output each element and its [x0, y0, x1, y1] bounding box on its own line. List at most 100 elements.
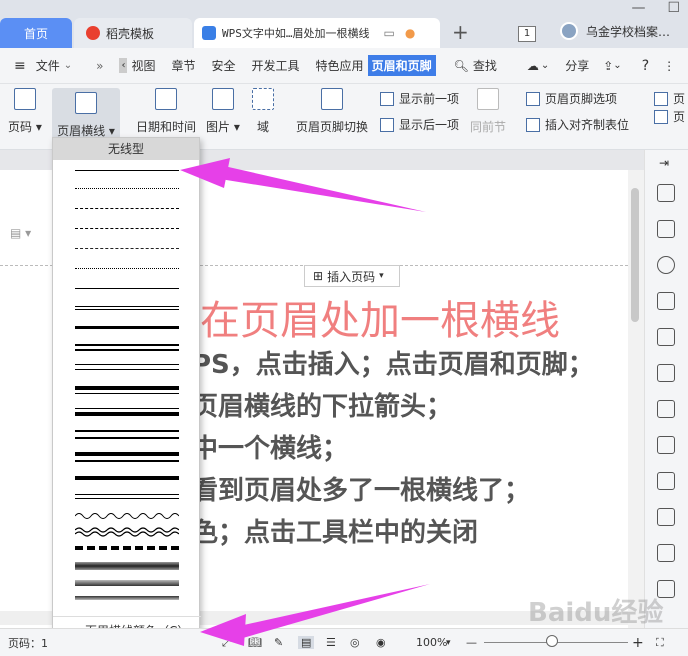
chevron-down-icon[interactable]: ⌄ — [541, 60, 549, 71]
maximize-icon[interactable]: ☐ — [667, 0, 680, 16]
line-style-dashed[interactable] — [75, 228, 179, 229]
zoom-slider-handle[interactable] — [546, 635, 558, 647]
sliders-icon[interactable] — [657, 472, 675, 490]
header-line-dropdown: 无线型 页眉横线颜色（C） ▸ — [52, 137, 201, 645]
ribbon-overflow-button-2[interactable]: 页 — [654, 108, 685, 125]
line-style-double[interactable] — [75, 344, 179, 351]
chart-icon[interactable] — [657, 436, 675, 454]
book-view-icon[interactable]: 📖︎ — [248, 636, 262, 649]
cloud-sync-icon[interactable]: ☁ — [527, 59, 539, 73]
cursor-icon[interactable] — [657, 220, 675, 238]
menu-file[interactable]: 文件 — [32, 57, 64, 74]
line-style-heavy-double[interactable] — [75, 452, 179, 462]
menu-dev-tools[interactable]: 开发工具 — [248, 57, 304, 74]
grid-icon[interactable] — [657, 400, 675, 418]
line-style-dashed-short[interactable] — [75, 208, 179, 209]
line-style-double-wavy[interactable] — [74, 526, 180, 538]
menu-security[interactable]: 安全 — [208, 57, 240, 74]
image-icon[interactable] — [657, 508, 675, 526]
tab-daoke-templates[interactable]: 稻壳模板 — [74, 18, 192, 48]
line-style-gradient-2[interactable] — [75, 580, 179, 586]
line-style-heavy[interactable] — [75, 476, 179, 480]
transfer-icon[interactable]: ⇪ — [603, 59, 613, 73]
zoom-level[interactable]: 100% — [416, 636, 447, 649]
line-style-thin-thick[interactable] — [75, 408, 179, 416]
fit-window-icon[interactable]: ⛶ — [656, 636, 664, 650]
fullscreen-icon[interactable]: ⤢ — [222, 636, 231, 650]
line-style-thin-double[interactable] — [75, 494, 179, 499]
header-footer-options-button[interactable]: 页眉页脚选项 — [526, 90, 617, 107]
chevron-down-icon[interactable]: ⌄ — [64, 60, 72, 71]
menu-features[interactable]: 特色应用 — [312, 57, 368, 74]
window-count-badge[interactable]: 1 — [518, 26, 536, 42]
tab-document[interactable]: WPS文字中如…眉处加一根横线 ▭ ● — [194, 18, 440, 48]
search-icon[interactable]: 🔍︎ — [454, 59, 469, 73]
chevron-down-icon[interactable]: ▾ — [446, 638, 451, 648]
field-button[interactable]: 域 — [252, 88, 274, 135]
eye-protect-icon[interactable]: ◉ — [376, 636, 386, 649]
page-view-icon[interactable]: ▤ — [298, 636, 315, 649]
more-options-icon[interactable]: ⋮ — [663, 59, 675, 73]
line-style-thick-thin[interactable] — [75, 386, 179, 394]
picture-button[interactable]: 图片 ▾ — [206, 88, 240, 135]
line-style-thick[interactable] — [75, 326, 179, 329]
menu-header-footer[interactable]: 页眉和页脚 — [367, 55, 436, 76]
outline-view-icon[interactable]: ☰ — [326, 636, 336, 649]
user-account[interactable]: 乌金学校档案… — [560, 22, 670, 40]
zoom-out-icon[interactable]: — — [466, 636, 477, 649]
collapse-sidebar-icon[interactable]: ⇥ — [659, 156, 669, 170]
scroll-left-icon[interactable]: ‹ — [119, 58, 128, 73]
line-style-solid[interactable] — [75, 288, 179, 289]
highlight-icon[interactable] — [657, 328, 675, 346]
line-style-wavy[interactable] — [74, 510, 180, 520]
web-view-icon[interactable]: ◎ — [350, 636, 360, 649]
line-style-gradient-1[interactable] — [75, 562, 179, 570]
chevron-down-icon[interactable]: ⌄ — [613, 60, 621, 71]
share-icon[interactable] — [657, 544, 675, 562]
screen-icon[interactable]: ▭ — [384, 26, 395, 40]
document-line-2: 页眉横线的下拉箭头； — [192, 392, 453, 422]
more-icon[interactable]: » — [96, 59, 103, 73]
menu-share[interactable]: 分享 — [561, 57, 593, 74]
menu-find[interactable]: 查找 — [469, 57, 501, 74]
zoom-in-icon[interactable]: + — [632, 635, 644, 651]
page-number-button[interactable]: 页码 ▾ — [8, 88, 42, 135]
no-line-option[interactable]: 无线型 — [53, 138, 199, 160]
daoke-logo-icon — [86, 26, 100, 40]
line-style-double-thin[interactable] — [75, 306, 179, 310]
same-as-previous-label: 同前节 — [470, 120, 507, 134]
add-tab-icon[interactable]: + — [452, 20, 469, 44]
line-style-dash-long[interactable] — [75, 248, 179, 249]
insert-page-number-button[interactable]: ⊞ 插入页码 ▾ — [304, 265, 400, 287]
line-style-gradient-3[interactable] — [75, 596, 179, 600]
same-as-previous-button[interactable]: 同前节 — [470, 88, 506, 135]
document-icon[interactable]: ▤ ▾ — [10, 226, 31, 240]
datetime-button[interactable]: 日期和时间 — [136, 88, 196, 135]
line-style-triple[interactable] — [75, 364, 179, 370]
table-icon[interactable] — [657, 364, 675, 382]
vertical-scrollbar-thumb[interactable] — [631, 188, 639, 322]
line-style-dotted-fine[interactable] — [75, 188, 179, 189]
field-icon — [252, 88, 274, 110]
menu-chapter[interactable]: 章节 — [168, 57, 200, 74]
show-previous-button[interactable]: 显示前一项 — [380, 90, 459, 107]
stamp-icon[interactable] — [657, 256, 675, 274]
pen-icon[interactable] — [657, 184, 675, 202]
hamburger-icon[interactable]: ≡ — [14, 58, 26, 74]
menu-view[interactable]: 视图 — [127, 57, 159, 74]
header-footer-switch-button[interactable]: 页眉页脚切换 — [296, 88, 368, 135]
header-line-button[interactable]: 页眉横线 ▾ — [52, 88, 120, 143]
ribbon-overflow-button[interactable]: 页 — [654, 90, 685, 107]
line-style-thin-solid[interactable] — [75, 170, 179, 171]
insert-align-tab-button[interactable]: 插入对齐制表位 — [526, 116, 629, 133]
show-next-button[interactable]: 显示后一项 — [380, 116, 459, 133]
minimize-icon[interactable]: — — [631, 0, 645, 16]
line-style-dash-dot-heavy[interactable] — [75, 546, 179, 550]
shapes-icon[interactable] — [657, 292, 675, 310]
pen-mode-icon[interactable]: ✎ — [274, 636, 283, 649]
line-style-thick-thin-thick[interactable] — [75, 430, 179, 439]
line-style-dotted[interactable] — [75, 268, 179, 269]
tab-home[interactable]: 首页 — [0, 18, 72, 48]
page-indicator[interactable]: 页码：1 — [8, 635, 48, 651]
help-icon[interactable]: ? — [642, 58, 649, 74]
